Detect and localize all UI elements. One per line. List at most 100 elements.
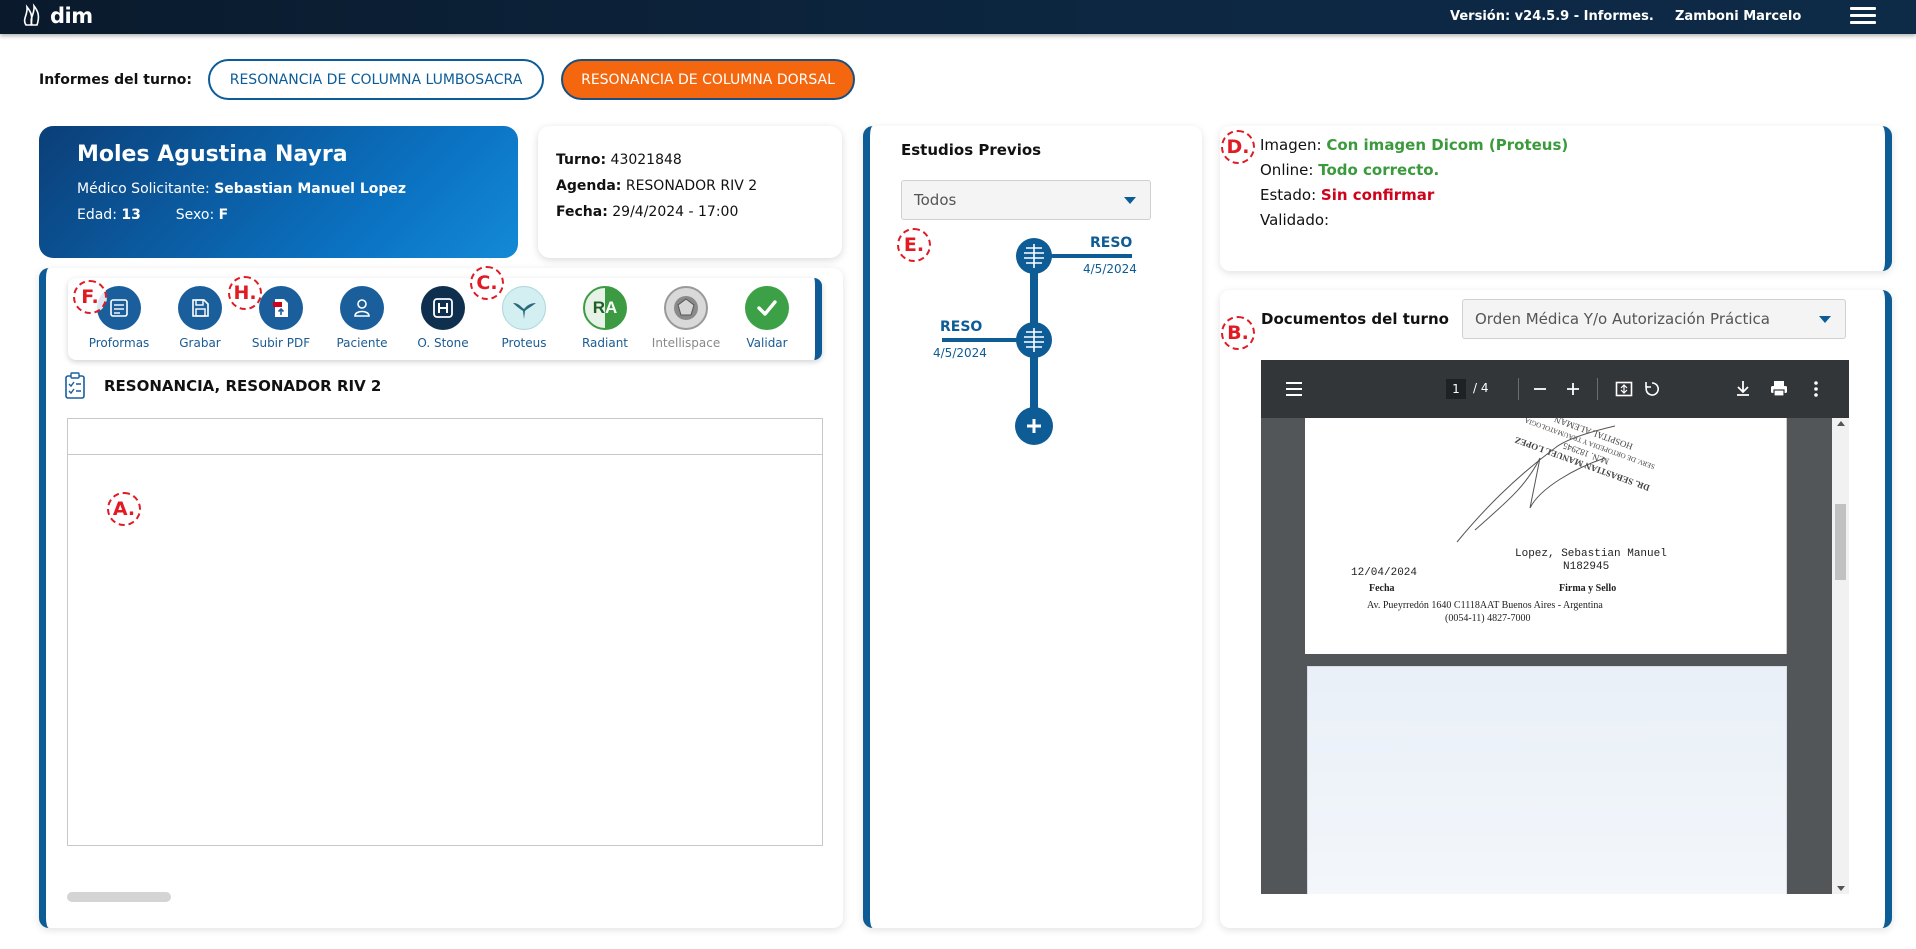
annotation-marker-a: A. — [107, 492, 141, 526]
appointment-number-label: Turno: — [556, 152, 607, 168]
state-status: Estado: Sin confirmar — [1260, 186, 1434, 204]
sex-value: F — [218, 207, 229, 223]
pdf-page-input[interactable]: 1 — [1446, 379, 1466, 399]
dim-logo[interactable]: dim — [20, 3, 93, 29]
report-title: RESONANCIA, RESONADOR RIV 2 — [104, 377, 382, 395]
annotation-marker-d: D. — [1221, 130, 1255, 164]
ostone-label: O. Stone — [417, 336, 469, 350]
check-icon — [745, 286, 789, 330]
study-1-code[interactable]: RESO — [1090, 235, 1132, 251]
studies-filter-value: Todos — [914, 191, 957, 209]
patient-demographics: Edad: 13 Sexo: F — [77, 207, 480, 223]
user-name[interactable]: Zamboni Marcelo — [1675, 9, 1801, 24]
ostone-button[interactable]: O. Stone — [402, 286, 484, 350]
patient-icon — [340, 286, 384, 330]
agenda-value: RESONADOR RIV 2 — [625, 178, 758, 194]
age-value: 13 — [121, 207, 141, 223]
patient-name: Moles Agustina Nayra — [77, 142, 348, 167]
pdf-upload-icon — [259, 286, 303, 330]
report-toolbar: Proformas Grabar Subir PDF Paciente O. S… — [68, 278, 822, 360]
pdf-page-total: / 4 — [1473, 381, 1489, 395]
flame-logo-icon — [23, 3, 40, 26]
add-study-button[interactable] — [1015, 407, 1053, 445]
fecha-label: Fecha — [1369, 583, 1395, 594]
logo-text: dim — [50, 4, 93, 28]
zoom-in-icon[interactable] — [1566, 382, 1580, 396]
document-select[interactable]: Orden Médica Y/o Autorización Práctica — [1462, 299, 1846, 339]
study-node-2[interactable] — [1016, 322, 1052, 358]
image-status-value: Con imagen Dicom (Proteus) — [1326, 136, 1569, 154]
image-status: Imagen: Con imagen Dicom (Proteus) — [1260, 136, 1568, 154]
online-status-value: Todo correcto. — [1318, 161, 1440, 179]
clipboard-icon — [65, 372, 85, 399]
signature-label: Firma y Sello — [1559, 583, 1617, 594]
online-status-label: Online: — [1260, 161, 1314, 179]
radiant-button[interactable]: RA Radiant — [564, 286, 646, 350]
age-label: Edad: — [77, 207, 117, 223]
radiant-icon: RA — [583, 286, 627, 330]
doctor-name: Lopez, Sebastian Manuel — [1515, 548, 1667, 560]
requesting-doctor: Médico Solicitante: Sebastian Manuel Lop… — [77, 181, 480, 197]
pdf-viewer[interactable]: 1 / 4 DR. SEBASTIAN MANUEL LOPEZ M.N. 18… — [1261, 360, 1849, 894]
appointment-agenda: Agenda: RESONADOR RIV 2 — [556, 178, 824, 194]
pdf-page-1: DR. SEBASTIAN MANUEL LOPEZ M.N. 182945 S… — [1305, 414, 1787, 654]
pdf-scrollbar[interactable] — [1832, 418, 1849, 894]
study-2-code[interactable]: RESO — [940, 319, 982, 335]
print-icon[interactable] — [1770, 380, 1788, 397]
horizontal-scrollbar[interactable] — [67, 892, 171, 902]
annotation-marker-f: F. — [73, 280, 107, 314]
date-value: 29/4/2024 - 17:00 — [612, 204, 739, 220]
app-version: Versión: v24.5.9 - Informes. — [1450, 9, 1654, 24]
save-label: Grabar — [179, 336, 221, 350]
document-date: 12/04/2024 — [1351, 567, 1418, 579]
editor-toolbar — [68, 419, 822, 455]
validate-button[interactable]: Validar — [726, 286, 808, 350]
patient-label: Paciente — [336, 336, 388, 350]
upload-pdf-label: Subir PDF — [251, 336, 311, 350]
intellispace-icon — [664, 286, 708, 330]
hamburger-menu-icon[interactable] — [1850, 4, 1876, 28]
zoom-out-icon[interactable] — [1533, 382, 1547, 396]
validated-status-label: Validado: — [1260, 211, 1330, 229]
fit-page-icon[interactable] — [1615, 380, 1633, 398]
studies-filter-select[interactable]: Todos — [901, 180, 1151, 220]
date-label: Fecha: — [556, 204, 608, 220]
appointment-card: Turno: 43021848 Agenda: RESONADOR RIV 2 … — [538, 126, 842, 258]
appointment-number: Turno: 43021848 — [556, 152, 824, 168]
download-icon[interactable] — [1735, 379, 1751, 397]
requesting-doctor-value: Sebastian Manuel Lopez — [214, 181, 407, 197]
report-editor[interactable] — [67, 418, 823, 846]
agenda-label: Agenda: — [556, 178, 622, 194]
proteus-icon — [502, 286, 546, 330]
documents-title: Documentos del turno — [1261, 310, 1449, 328]
report-tab-lumbosacra[interactable]: RESONANCIA DE COLUMNA LUMBOSACRA — [208, 59, 544, 100]
annotation-marker-b: B. — [1221, 316, 1255, 350]
validated-status: Validado: — [1260, 211, 1329, 229]
validate-label: Validar — [746, 336, 788, 350]
study-node-1[interactable] — [1016, 238, 1052, 274]
annotation-marker-e: E. — [897, 228, 931, 262]
turno-reports-label: Informes del turno: — [39, 72, 193, 88]
document-select-value: Orden Médica Y/o Autorización Práctica — [1475, 310, 1770, 328]
state-status-label: Estado: — [1260, 186, 1317, 204]
study-2-date: 4/5/2024 — [933, 346, 987, 360]
rotate-icon[interactable] — [1643, 380, 1661, 398]
more-vert-icon[interactable] — [1813, 380, 1819, 398]
pdf-toolbar: 1 / 4 — [1261, 360, 1849, 418]
doctor-number: N182945 — [1563, 561, 1610, 573]
patient-button[interactable]: Paciente — [321, 286, 403, 350]
pdf-menu-icon[interactable] — [1285, 381, 1303, 397]
proteus-label: Proteus — [501, 336, 547, 350]
ostone-icon — [421, 286, 465, 330]
intellispace-button[interactable]: Intellispace — [645, 286, 727, 350]
previous-studies-title: Estudios Previos — [901, 141, 1042, 159]
pdf-page-2 — [1307, 666, 1787, 894]
top-bar: dim Versión: v24.5.9 - Informes. Zamboni… — [0, 0, 1916, 34]
report-tab-dorsal[interactable]: RESONANCIA DE COLUMNA DORSAL — [561, 59, 855, 100]
sex-label: Sexo: — [175, 207, 215, 223]
patient-card: Moles Agustina Nayra Médico Solicitante:… — [39, 126, 518, 258]
radiant-label: Radiant — [581, 336, 629, 350]
chevron-down-icon — [1819, 316, 1831, 323]
requesting-doctor-label: Médico Solicitante: — [77, 181, 210, 197]
study-1-date: 4/5/2024 — [1083, 262, 1137, 276]
